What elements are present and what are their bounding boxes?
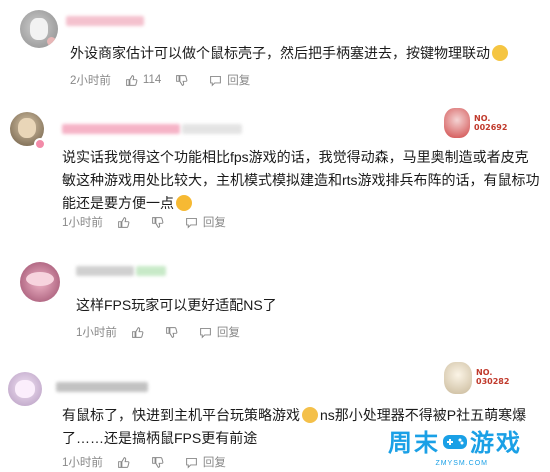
badge-number: NO. 002692: [474, 114, 508, 132]
comment-text: 说实话我觉得这个功能相比fps游戏的话，我觉得动森，马里奥制造或者皮克 敏这种游…: [62, 149, 540, 211]
reply-button[interactable]: 回复: [217, 324, 240, 340]
thumbs-down-icon[interactable]: [175, 74, 188, 87]
timestamp: 1小时前: [62, 457, 103, 469]
username-obscured[interactable]: [66, 16, 144, 26]
reply-button[interactable]: 回复: [203, 454, 226, 470]
reply-button[interactable]: 回复: [227, 72, 250, 88]
fan-badge: NO. 002692: [444, 108, 524, 142]
reply-icon[interactable]: [209, 74, 222, 87]
reply-button[interactable]: 回复: [203, 214, 226, 230]
surprised-emoji-icon: [176, 195, 192, 211]
watermark-text-a: 周末: [388, 429, 440, 457]
comment-meta: 1小时前 回复: [76, 324, 240, 340]
thumbs-down-icon[interactable]: [151, 456, 164, 469]
username-obscured[interactable]: [76, 266, 134, 276]
comment-3: 这样FPS玩家可以更好适配NS了 1小时前 回复: [0, 250, 550, 350]
comment-meta: 2小时前 114 回复: [70, 72, 250, 88]
comment-1: 外设商家估计可以做个鼠标壳子，然后把手柄塞进去，按键物理联动 2小时前 114 …: [0, 0, 550, 100]
thumbs-up-icon[interactable]: [131, 326, 144, 339]
timestamp: 1小时前: [62, 217, 103, 229]
gamepad-icon: [443, 434, 467, 449]
reply-icon[interactable]: [185, 216, 198, 229]
username-obscured-extra: [182, 124, 242, 134]
username-obscured[interactable]: [62, 124, 180, 134]
avatar[interactable]: [20, 10, 58, 48]
username-obscured-extra: [136, 266, 166, 276]
avatar-badge: [34, 138, 46, 150]
grin-emoji-icon: [492, 45, 508, 61]
thumbs-up-icon[interactable]: [125, 74, 138, 87]
like-count: 114: [142, 74, 162, 86]
cat-emoji-icon: [302, 407, 318, 423]
thumbs-down-icon[interactable]: [165, 326, 178, 339]
reply-icon[interactable]: [185, 456, 198, 469]
timestamp: 1小时前: [76, 327, 117, 339]
site-watermark: 周末 游戏: [388, 423, 522, 458]
comment-meta: 1小时前 回复: [62, 214, 226, 230]
avatar[interactable]: [8, 372, 42, 406]
fan-badge: NO. 030282: [444, 362, 528, 396]
reply-icon[interactable]: [199, 326, 212, 339]
comment-text: 外设商家估计可以做个鼠标壳子，然后把手柄塞进去，按键物理联动: [70, 42, 508, 65]
thumbs-down-icon[interactable]: [151, 216, 164, 229]
badge-character-icon: [444, 108, 470, 138]
comment-meta: 1小时前 回复: [62, 454, 226, 470]
timestamp: 2小时前: [70, 75, 111, 87]
badge-character-icon: [444, 362, 472, 394]
comment-text: 这样FPS玩家可以更好适配NS了: [76, 297, 277, 313]
comment-2: NO. 002692 说实话我觉得这个功能相比fps游戏的话，我觉得动森，马里奥…: [0, 100, 550, 250]
thumbs-up-icon[interactable]: [117, 216, 130, 229]
avatar[interactable]: [20, 262, 60, 302]
watermark-url: ZMYSM.COM: [435, 460, 488, 467]
thumbs-up-icon[interactable]: [117, 456, 130, 469]
badge-number: NO. 030282: [476, 368, 510, 386]
watermark-text-b: 游戏: [470, 429, 522, 457]
username-obscured[interactable]: [56, 382, 148, 392]
